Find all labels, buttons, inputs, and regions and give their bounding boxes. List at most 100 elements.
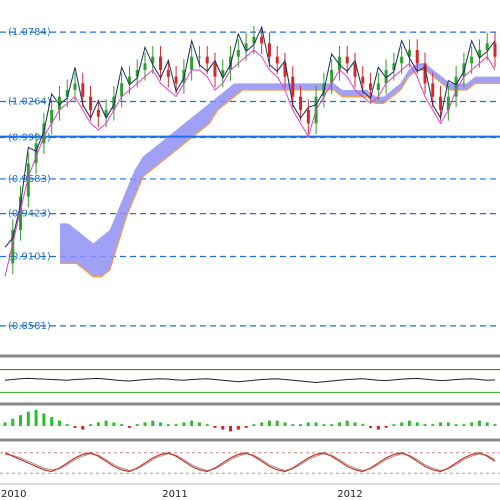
histogram-panel bbox=[3, 409, 497, 432]
candle-body bbox=[306, 110, 310, 124]
histogram-bar bbox=[291, 424, 295, 426]
histogram-bar bbox=[11, 418, 15, 426]
histogram-bar bbox=[454, 424, 458, 426]
candle-body bbox=[376, 83, 380, 90]
histogram-bar bbox=[166, 424, 170, 426]
candle-body bbox=[485, 43, 489, 50]
histogram-bar bbox=[493, 424, 497, 426]
candle-body bbox=[190, 56, 194, 70]
x-axis: 2010 2011 2012 bbox=[0, 483, 500, 500]
histogram-bar bbox=[384, 426, 388, 428]
histogram-bar bbox=[213, 426, 217, 428]
histogram-bar bbox=[96, 422, 100, 426]
histogram-bar bbox=[314, 422, 318, 426]
candle-body bbox=[431, 83, 435, 97]
candle-body bbox=[470, 56, 474, 64]
histogram-bar bbox=[112, 422, 116, 426]
histogram-bar bbox=[299, 424, 303, 426]
histogram-bar bbox=[127, 426, 131, 428]
candle-body bbox=[400, 56, 404, 64]
histogram-bar bbox=[275, 420, 279, 426]
histogram-bar bbox=[205, 424, 209, 426]
candle-body bbox=[81, 83, 85, 97]
histogram-bar bbox=[415, 422, 419, 426]
histogram-bar bbox=[283, 422, 287, 426]
candle-body bbox=[89, 96, 93, 110]
candle-body bbox=[236, 50, 240, 57]
histogram-bar bbox=[57, 420, 61, 426]
candle-body bbox=[213, 63, 217, 77]
candle-body bbox=[143, 63, 147, 70]
histogram-bar bbox=[151, 420, 155, 426]
candle-body bbox=[299, 96, 303, 110]
histogram-bar bbox=[392, 424, 396, 426]
histogram-bar bbox=[50, 417, 54, 426]
candle-body bbox=[205, 56, 209, 64]
candle-body bbox=[415, 50, 419, 64]
fib-level-label: (0.9423) bbox=[8, 209, 51, 220]
histogram-bar bbox=[485, 422, 489, 426]
histogram-bar bbox=[369, 426, 373, 428]
histogram-bar bbox=[3, 422, 7, 426]
histogram-bar bbox=[65, 424, 69, 426]
fib-level-label: (1.0784) bbox=[8, 27, 51, 38]
histogram-bar bbox=[42, 413, 46, 426]
x-tick-label: 2010 bbox=[1, 489, 26, 500]
histogram-bar bbox=[143, 422, 147, 426]
histogram-bar bbox=[135, 424, 139, 426]
histogram-bar bbox=[337, 422, 341, 426]
main-price-panel: (1.0784)(1.0264)(0.9994)(0.9683)(0.9423)… bbox=[0, 25, 500, 442]
histogram-bar bbox=[120, 424, 124, 426]
histogram-bar bbox=[190, 420, 194, 426]
candle-body bbox=[345, 56, 349, 64]
histogram-bar bbox=[477, 420, 481, 426]
histogram-bar bbox=[34, 409, 38, 426]
candle-body bbox=[166, 70, 170, 77]
histogram-bar bbox=[376, 426, 380, 430]
candle-body bbox=[260, 36, 264, 44]
histogram-bar bbox=[470, 422, 474, 426]
fib-level-label: (1.0264) bbox=[8, 96, 51, 107]
histogram-bar bbox=[236, 426, 240, 430]
histogram-bar bbox=[423, 424, 427, 426]
histogram-bar bbox=[26, 411, 30, 426]
stochastic-panel bbox=[0, 452, 500, 474]
histogram-bar bbox=[353, 422, 357, 426]
histogram-bar bbox=[89, 424, 93, 426]
histogram-bar bbox=[322, 424, 326, 426]
candle-body bbox=[369, 83, 373, 90]
candle-body bbox=[159, 56, 163, 70]
chart-svg: (1.0784)(1.0264)(0.9994)(0.9683)(0.9423)… bbox=[0, 25, 500, 500]
candle-body bbox=[361, 76, 365, 84]
histogram-bar bbox=[400, 422, 404, 426]
histogram-bar bbox=[221, 426, 225, 430]
histogram-bar bbox=[439, 422, 443, 426]
histogram-bar bbox=[345, 420, 349, 426]
histogram-bar bbox=[197, 422, 201, 426]
candle-body bbox=[439, 96, 443, 110]
histogram-bar bbox=[182, 422, 186, 426]
histogram-bar bbox=[446, 422, 450, 426]
candle-body bbox=[174, 76, 178, 84]
candle-body bbox=[197, 56, 201, 58]
candle-body bbox=[96, 110, 100, 117]
histogram-bar bbox=[19, 415, 23, 426]
candle-body bbox=[120, 83, 124, 97]
chart-root: (1.0784)(1.0264)(0.9994)(0.9683)(0.9423)… bbox=[0, 0, 500, 500]
rsi-line bbox=[4, 377, 496, 384]
histogram-bar bbox=[73, 426, 77, 428]
histogram-bar bbox=[174, 424, 178, 426]
histogram-bar bbox=[306, 422, 310, 426]
histogram-bar bbox=[159, 422, 163, 426]
histogram-bar bbox=[244, 426, 248, 428]
histogram-bar bbox=[104, 420, 108, 426]
histogram-bar bbox=[252, 424, 256, 426]
candle-body bbox=[73, 83, 77, 90]
histogram-bar bbox=[260, 422, 264, 426]
candle-body bbox=[267, 43, 271, 57]
histogram-bar bbox=[229, 426, 233, 432]
candle-body bbox=[291, 76, 295, 97]
x-tick-label: 2011 bbox=[162, 489, 187, 500]
candle-body bbox=[275, 56, 279, 64]
fib-level-label: (0.8581) bbox=[8, 321, 51, 332]
